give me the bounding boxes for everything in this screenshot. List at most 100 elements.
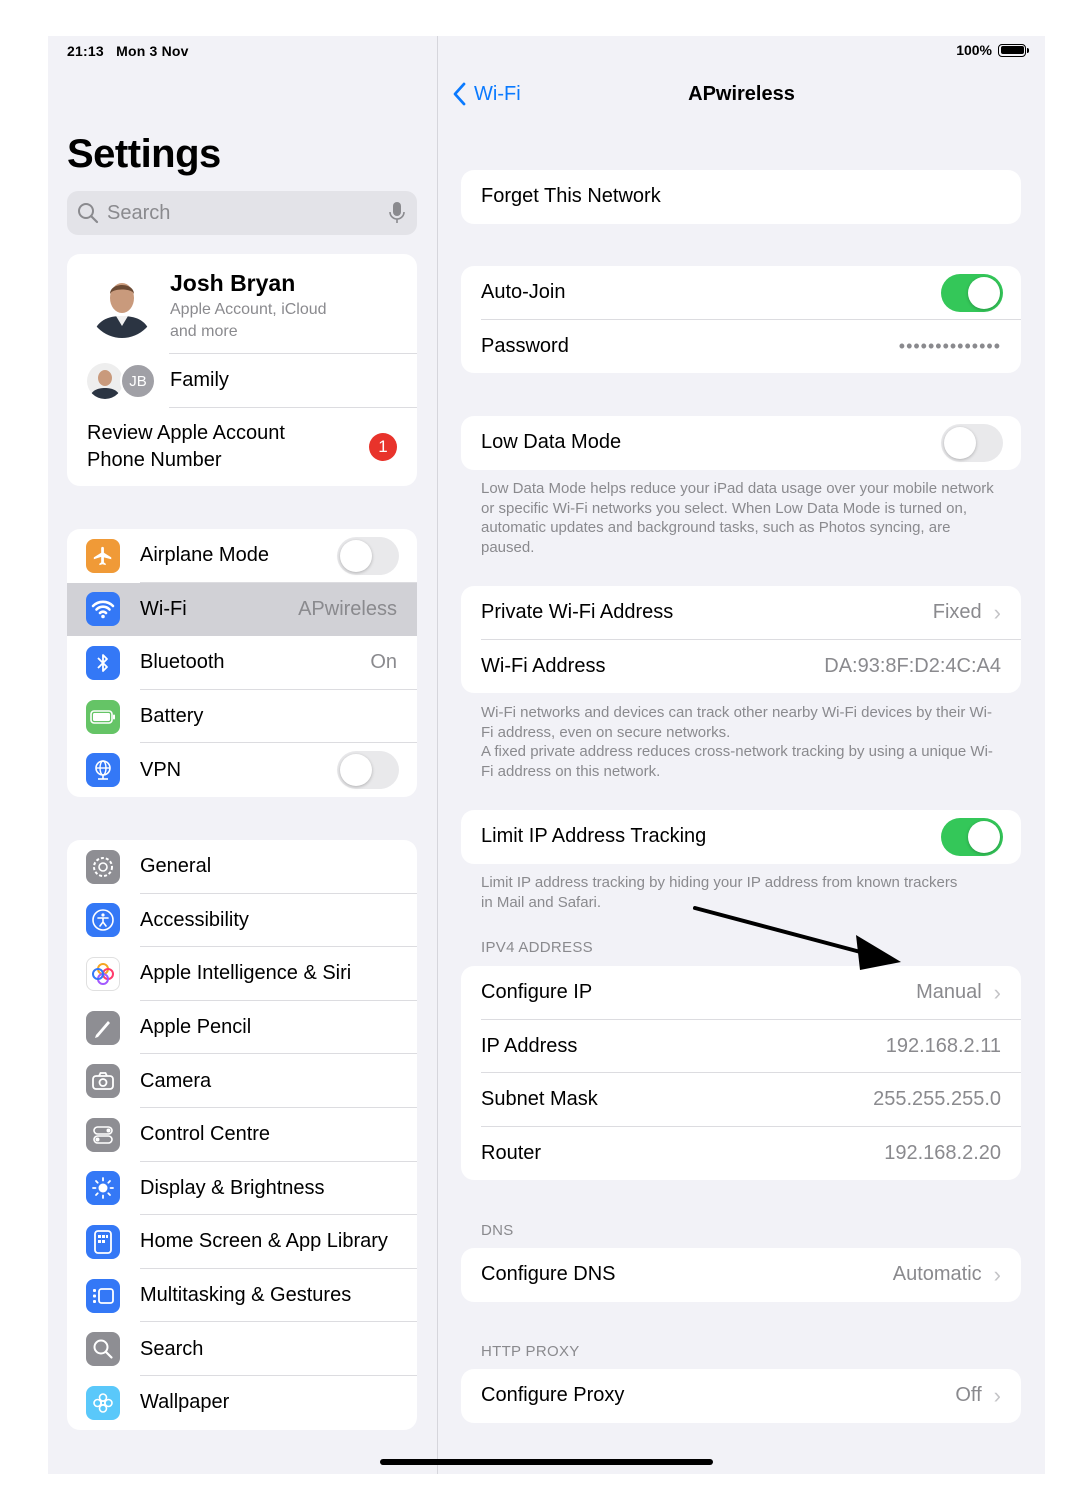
sidebar-item-label: Wallpaper: [140, 1391, 230, 1414]
vpn-toggle[interactable]: [337, 751, 399, 790]
wifi-address-label: Wi-Fi Address: [481, 654, 606, 677]
limit-ip-footnote: Limit IP address tracking by hiding your…: [481, 874, 958, 911]
sidebar-item-label: General: [140, 855, 212, 878]
bluetooth-value: On: [370, 651, 397, 674]
sidebar-item-apple-intelligence[interactable]: Apple Intelligence & Siri: [67, 947, 417, 1001]
apple-intelligence-icon: [86, 956, 120, 991]
configure-proxy-label: Configure Proxy: [481, 1384, 625, 1407]
airplane-icon: [86, 538, 120, 573]
review-line-1: Review Apple Account: [87, 422, 285, 444]
proxy-section-header: HTTP PROXY: [481, 1343, 580, 1360]
account-row[interactable]: Josh Bryan Apple Account, iCloud and mor…: [67, 254, 417, 354]
router-label: Router: [481, 1141, 542, 1164]
private-address-row[interactable]: Private Wi-Fi Address Fixed ›: [461, 586, 1021, 640]
ip-address-row[interactable]: IP Address 192.168.2.11: [461, 1020, 1021, 1073]
ipv4-card: Configure IP Manual › IP Address 192.168.…: [461, 966, 1021, 1180]
sidebar-item-display-brightness[interactable]: Display & Brightness: [67, 1162, 417, 1216]
sidebar-item-label: Home Screen & App Library: [140, 1230, 388, 1253]
sidebar-item-control-centre[interactable]: Control Centre: [67, 1108, 417, 1162]
review-row[interactable]: Review Apple Account Phone Number 1: [67, 408, 417, 486]
forget-network-button[interactable]: Forget This Network: [461, 170, 1021, 224]
sidebar-item-general[interactable]: General: [67, 840, 417, 894]
status-date: Mon 3 Nov: [116, 43, 189, 59]
airplane-mode-toggle[interactable]: [337, 536, 399, 575]
subnet-mask-label: Subnet Mask: [481, 1088, 598, 1111]
sidebar-item-label: Wi-Fi: [140, 597, 187, 620]
limit-ip-toggle[interactable]: [941, 817, 1003, 856]
configure-proxy-row[interactable]: Configure Proxy Off ›: [461, 1369, 1021, 1423]
battery-status-icon: [998, 43, 1029, 57]
home-indicator[interactable]: [380, 1459, 713, 1465]
sidebar-item-airplane-mode[interactable]: Airplane Mode: [67, 529, 417, 583]
sidebar-item-accessibility[interactable]: Accessibility: [67, 894, 417, 948]
family-label: Family: [170, 369, 229, 391]
control-centre-icon: [86, 1117, 120, 1152]
sidebar-item-label: Bluetooth: [140, 651, 225, 674]
subnet-mask-value: 255.255.255.0: [873, 1088, 1001, 1111]
sidebar-item-multitasking[interactable]: Multitasking & Gestures: [67, 1269, 417, 1323]
configure-dns-row[interactable]: Configure DNS Automatic ›: [461, 1248, 1021, 1302]
sidebar-item-search[interactable]: Search: [67, 1322, 417, 1376]
sidebar-item-label: Control Centre: [140, 1123, 271, 1146]
chevron-right-icon: ›: [993, 1261, 1001, 1287]
initials-text: JB: [129, 372, 147, 390]
sidebar-item-battery[interactable]: Battery: [67, 690, 417, 744]
chevron-right-icon: ›: [993, 979, 1001, 1005]
home-screen-icon: [86, 1224, 120, 1259]
sidebar-item-label: Search: [140, 1337, 204, 1360]
sidebar-item-label: Accessibility: [140, 908, 249, 931]
microphone-icon[interactable]: [389, 201, 405, 225]
multitasking-icon: [86, 1278, 120, 1313]
router-row[interactable]: Router 192.168.2.20: [461, 1127, 1021, 1181]
low-data-label: Low Data Mode: [481, 431, 622, 454]
join-card: Auto-Join Password ••••••••••••••: [461, 266, 1021, 373]
subnet-mask-row[interactable]: Subnet Mask 255.255.255.0: [461, 1073, 1021, 1127]
ipv4-section-header: IPV4 ADDRESS: [481, 939, 593, 956]
split-divider: [437, 36, 438, 1474]
settings-title: Settings: [67, 132, 221, 176]
magnifier-icon: [78, 203, 99, 224]
battery-icon: [86, 699, 120, 734]
pencil-icon: [86, 1010, 120, 1045]
private-address-label: Private Wi-Fi Address: [481, 601, 674, 624]
sidebar-item-wifi[interactable]: Wi-Fi APwireless: [67, 582, 417, 637]
wifi-icon: [86, 592, 120, 627]
sidebar-item-label: Airplane Mode: [140, 544, 269, 567]
configure-ip-label: Configure IP: [481, 981, 593, 1004]
low-data-row: Low Data Mode: [461, 416, 1021, 470]
sidebar-item-home-screen[interactable]: Home Screen & App Library: [67, 1215, 417, 1269]
sidebar-item-vpn[interactable]: VPN: [67, 743, 417, 797]
sidebar-item-camera[interactable]: Camera: [67, 1054, 417, 1108]
connectivity-group: Airplane Mode Wi-Fi APwireless Bluetooth…: [67, 529, 417, 797]
family-avatar: [87, 363, 123, 399]
ip-address-label: IP Address: [481, 1034, 578, 1057]
configure-ip-row[interactable]: Configure IP Manual ›: [461, 966, 1021, 1020]
accessibility-icon: [86, 903, 120, 938]
search-bar[interactable]: Search: [67, 191, 417, 235]
password-value: ••••••••••••••: [898, 335, 1001, 356]
family-row[interactable]: JB Family: [67, 354, 417, 408]
address-footnote-2: A fixed private address reduces cross-ne…: [481, 743, 993, 780]
forget-label: Forget This Network: [481, 185, 661, 208]
ip-address-value: 192.168.2.11: [885, 1034, 1001, 1057]
auto-join-row: Auto-Join: [461, 266, 1021, 320]
address-card: Private Wi-Fi Address Fixed › Wi-Fi Addre…: [461, 586, 1021, 693]
password-row[interactable]: Password ••••••••••••••: [461, 320, 1021, 374]
sidebar-item-wallpaper[interactable]: Wallpaper: [67, 1376, 417, 1430]
wifi-address-row: Wi-Fi Address DA:93:8F:D2:4C:A4: [461, 640, 1021, 694]
sidebar-item-label: Display & Brightness: [140, 1176, 325, 1199]
account-card: Josh Bryan Apple Account, iCloud and mor…: [67, 254, 417, 486]
dns-section-header: DNS: [481, 1222, 514, 1239]
sidebar-item-label: Battery: [140, 705, 204, 728]
sidebar-item-apple-pencil[interactable]: Apple Pencil: [67, 1001, 417, 1055]
low-data-toggle[interactable]: [941, 423, 1003, 462]
proxy-card: Configure Proxy Off ›: [461, 1369, 1021, 1423]
sidebar-item-bluetooth[interactable]: Bluetooth On: [67, 636, 417, 690]
auto-join-toggle[interactable]: [941, 273, 1003, 312]
auto-join-label: Auto-Join: [481, 281, 566, 304]
camera-icon: [86, 1064, 120, 1099]
globe-icon: [86, 753, 120, 788]
address-footnote-1: Wi-Fi networks and devices can track oth…: [481, 704, 992, 741]
status-time: 21:13 Mon 3 Nov: [67, 43, 189, 59]
general-group: General Accessibility Apple Intelligence…: [67, 840, 417, 1430]
